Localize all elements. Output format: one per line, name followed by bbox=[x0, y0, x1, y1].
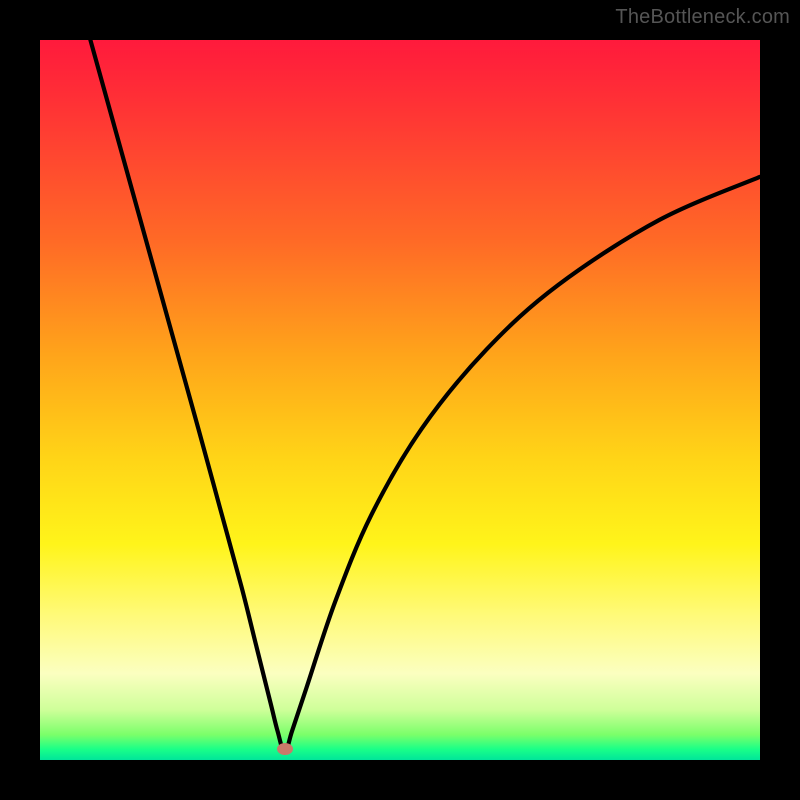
chart-plot-area bbox=[40, 40, 760, 760]
min-point-marker bbox=[277, 743, 293, 755]
curve-svg bbox=[40, 40, 760, 760]
watermark-text: TheBottleneck.com bbox=[615, 6, 790, 29]
curve-path bbox=[90, 40, 760, 753]
